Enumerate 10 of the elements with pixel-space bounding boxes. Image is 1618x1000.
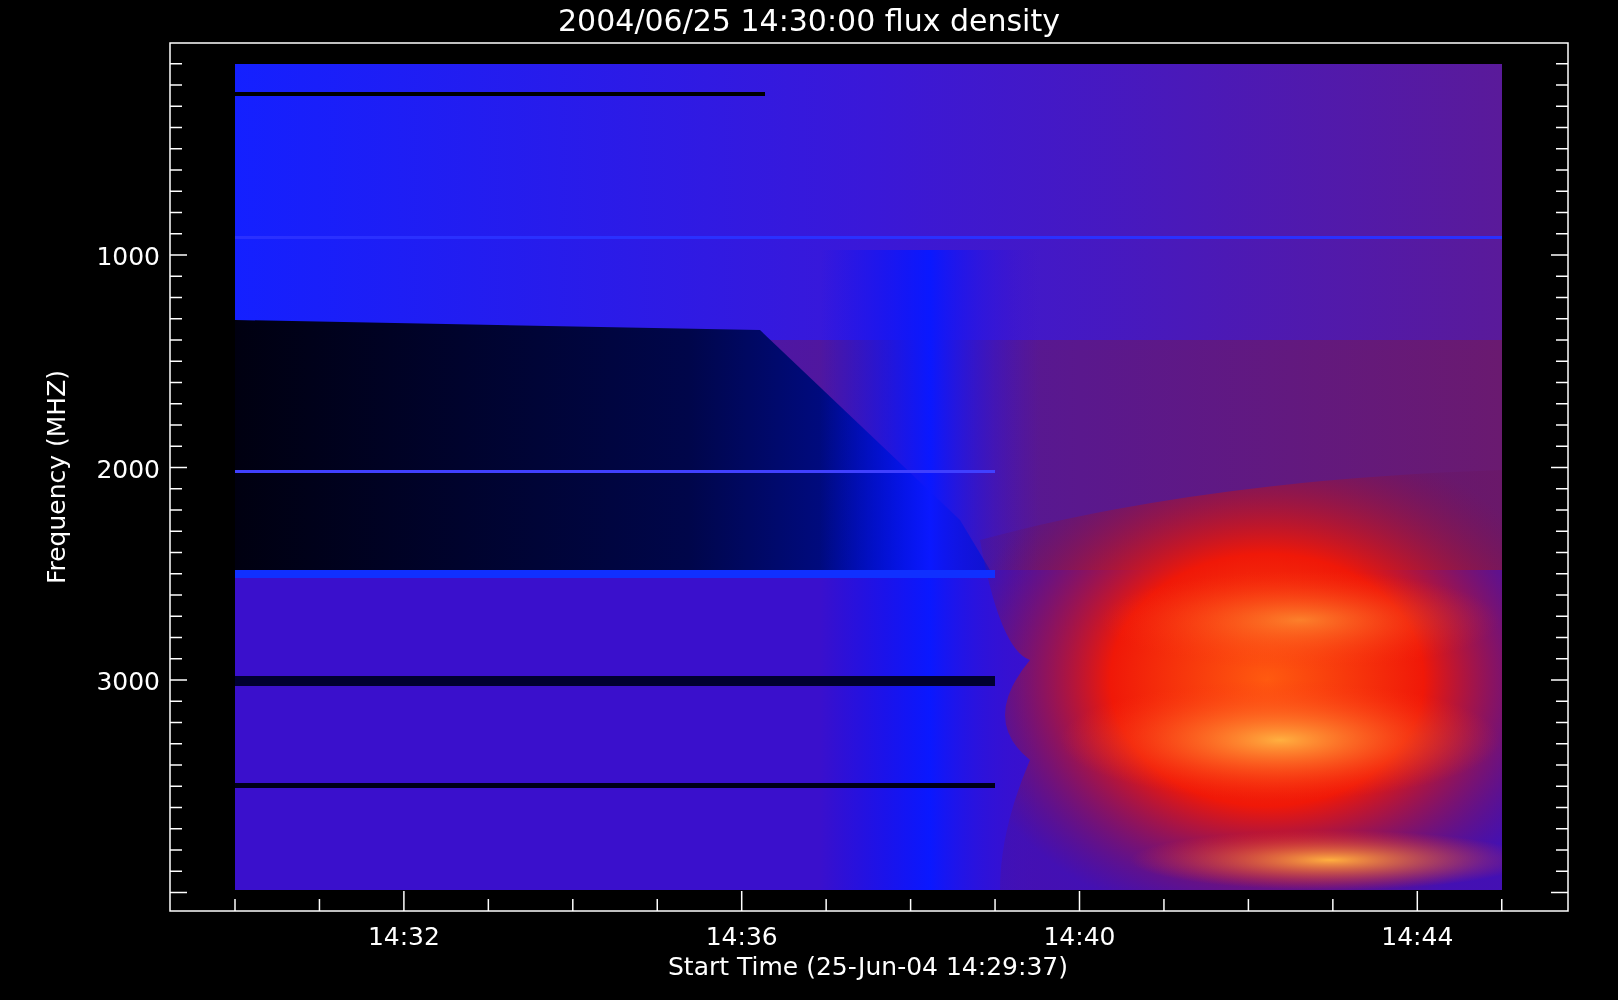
y-tick-label: 3000 [96,667,160,696]
x-tick-label: 14:36 [705,922,778,951]
x-tick-label: 14:44 [1381,922,1454,951]
y-axis-label: Frequency (MHZ) [42,369,71,585]
x-axis-label: Start Time (25-Jun-04 14:29:37) [668,952,1068,981]
y-tick-label: 1000 [96,242,160,271]
x-tick-label: 14:32 [367,922,440,951]
chart-title: 2004/06/25 14:30:00 flux density [558,3,1060,38]
y-tick-label: 2000 [96,454,160,484]
x-tick-label: 14:40 [1043,922,1116,951]
